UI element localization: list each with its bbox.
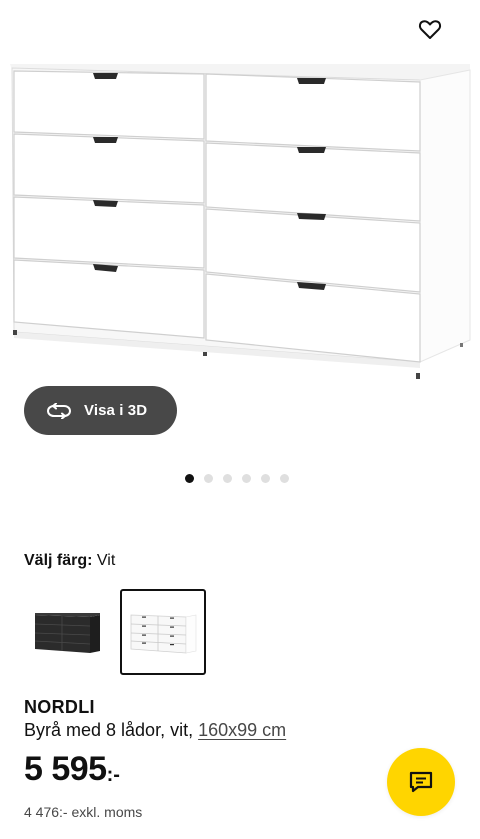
price-amount: 5 595 [24, 750, 107, 788]
chat-bubble-icon [409, 771, 433, 793]
color-option-white[interactable] [120, 589, 206, 675]
color-value: Vit [96, 552, 116, 569]
product-name: NORDLI [24, 697, 95, 717]
view-in-3d-button[interactable]: Visa i 3D [24, 386, 177, 435]
carousel-indicator [185, 474, 289, 483]
carousel-dot[interactable] [261, 474, 270, 483]
color-swatches [24, 589, 206, 675]
carousel-dot[interactable] [223, 474, 232, 483]
rotate-3d-icon [46, 402, 72, 419]
product-image[interactable] [0, 44, 480, 390]
favorite-button[interactable] [416, 10, 444, 40]
heart-outline-icon [418, 20, 442, 39]
view-in-3d-label: Visa i 3D [84, 402, 148, 419]
carousel-dot[interactable] [204, 474, 213, 483]
carousel-dot[interactable] [242, 474, 251, 483]
price-excl-vat: 4 476:- exkl. moms [24, 804, 143, 820]
product-description-text: Byrå med 8 lådor, vit, [24, 720, 194, 740]
color-selector-label: Välj färg: Vit [24, 552, 115, 570]
price-suffix: :- [106, 764, 120, 786]
color-option-black[interactable] [24, 589, 110, 675]
black-dresser-thumbnail [34, 613, 100, 653]
carousel-dot[interactable] [280, 474, 289, 483]
product-price: 5 595 :- [24, 752, 120, 787]
chat-button[interactable] [387, 748, 455, 816]
white-dresser-thumbnail [130, 614, 197, 654]
carousel-dot[interactable] [185, 474, 194, 483]
color-label: Välj färg: [24, 552, 93, 569]
product-description: Byrå med 8 lådor, vit, 160x99 cm [24, 720, 286, 741]
product-dimensions-link[interactable]: 160x99 cm [198, 720, 286, 740]
